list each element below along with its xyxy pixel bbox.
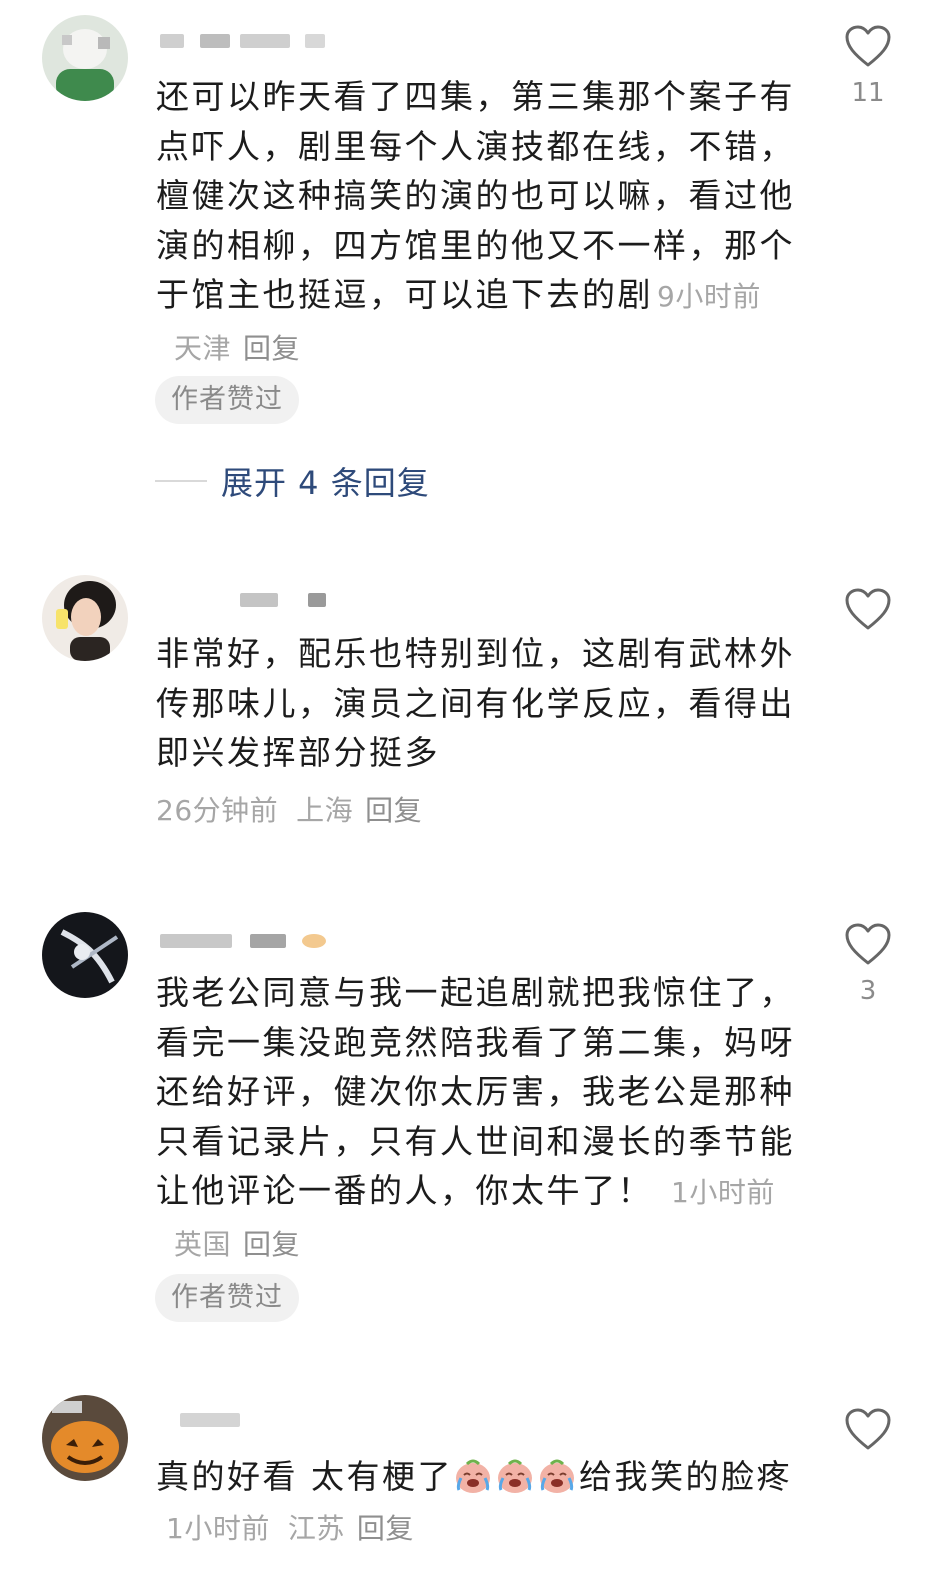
divider-line	[155, 480, 207, 482]
comment-time: 9小时前	[657, 280, 761, 313]
heart-outline-icon	[845, 25, 891, 67]
reply-button[interactable]: 回复	[357, 1512, 414, 1545]
like-button[interactable]: 3	[840, 922, 896, 1006]
username-blurred[interactable]	[160, 930, 330, 952]
comment-feed: 还可以昨天看了四集，第三集那个案子有点吓人，剧里每个人演技都在线，不错，檀健次这…	[0, 0, 940, 1575]
comment-meta: 26分钟前 上海 回复	[156, 789, 422, 829]
comment-body: 我老公同意与我一起追剧就把我惊住了，看完一集没跑竞然陪我看了第二集，妈呀还给好评…	[156, 973, 795, 1210]
comment-time: 26分钟前	[156, 794, 279, 827]
heart-outline-icon	[845, 923, 891, 965]
expand-replies-button[interactable]: 展开 4 条回复	[155, 458, 430, 504]
crying-laugh-emoji	[540, 1459, 574, 1493]
comment-text: 还可以昨天看了四集，第三集那个案子有点吓人，剧里每个人演技都在线，不错，檀健次这…	[156, 72, 806, 373]
comment-body: 还可以昨天看了四集，第三集那个案子有点吓人，剧里每个人演技都在线，不错，檀健次这…	[156, 77, 795, 314]
like-count: 11	[851, 78, 885, 108]
username-blurred[interactable]	[160, 589, 330, 611]
avatar[interactable]	[42, 575, 128, 661]
reply-button[interactable]: 回复	[365, 794, 422, 827]
avatar[interactable]	[42, 912, 128, 998]
heart-outline-icon	[845, 588, 891, 630]
crying-laugh-emoji	[456, 1459, 490, 1493]
author-liked-badge: 作者赞过	[155, 376, 299, 424]
author-liked-badge: 作者赞过	[155, 1274, 299, 1322]
crying-laugh-emoji	[498, 1459, 532, 1493]
username-blurred[interactable]	[160, 30, 330, 52]
avatar[interactable]	[42, 1395, 128, 1481]
comment-body-start: 真的好看 太有梗了	[156, 1457, 453, 1496]
username-blurred[interactable]	[160, 1409, 330, 1431]
comment-location: 江苏	[287, 1511, 345, 1545]
like-button[interactable]	[840, 1407, 896, 1461]
comment-text: 真的好看 太有梗了 给我笑的脸疼 1小时前 江苏 回复	[156, 1452, 806, 1553]
expand-replies-label: 展开 4 条回复	[221, 464, 430, 502]
comment-body: 非常好，配乐也特别到位，这剧有武林外传那味儿，演员之间有化学反应，看得出即兴发挥…	[156, 634, 795, 772]
comment-location: 天津	[174, 331, 232, 365]
comment-text: 非常好，配乐也特别到位，这剧有武林外传那味儿，演员之间有化学反应，看得出即兴发挥…	[156, 629, 806, 778]
reply-button[interactable]: 回复	[243, 332, 300, 365]
comment-location: 英国	[174, 1227, 232, 1261]
heart-outline-icon	[845, 1408, 891, 1450]
comment-body-end: 给我笑的脸疼	[579, 1457, 792, 1496]
comment-location: 上海	[296, 794, 354, 827]
like-count: 3	[859, 976, 877, 1006]
comment-time: 1小时前	[166, 1511, 270, 1545]
like-button[interactable]: 11	[840, 24, 896, 108]
comment-time: 1小时前	[671, 1176, 775, 1209]
comment-text: 我老公同意与我一起追剧就把我惊住了，看完一集没跑竞然陪我看了第二集，妈呀还给好评…	[156, 968, 806, 1269]
avatar[interactable]	[42, 15, 128, 101]
like-button[interactable]	[840, 587, 896, 641]
reply-button[interactable]: 回复	[243, 1228, 300, 1261]
